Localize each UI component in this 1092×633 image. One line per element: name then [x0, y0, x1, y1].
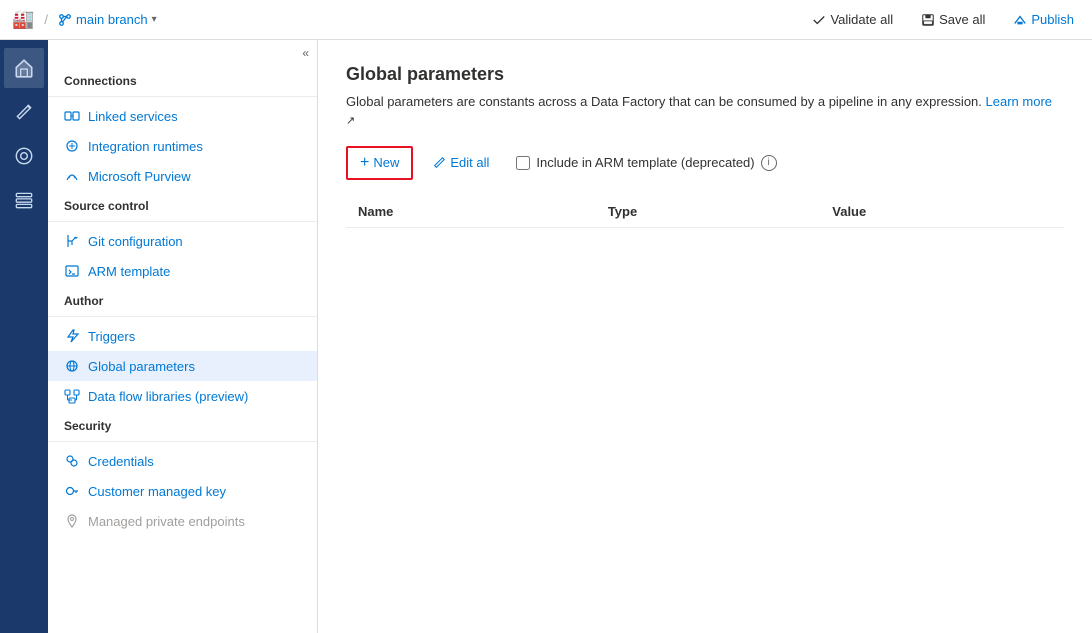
source-control-section-label: Source control: [48, 191, 317, 217]
learn-more-link[interactable]: Learn more: [986, 94, 1052, 109]
branch-icon: [58, 13, 72, 27]
page-title: Global parameters: [346, 64, 1064, 85]
connections-section-label: Connections: [48, 66, 317, 92]
content-area: Global parameters Global parameters are …: [318, 40, 1092, 633]
sidebar-item-triggers[interactable]: Triggers: [48, 321, 317, 351]
triggers-icon: [64, 328, 80, 344]
manage-nav-item[interactable]: [4, 180, 44, 220]
sidebar-item-integration-runtimes[interactable]: Integration runtimes: [48, 131, 317, 161]
sidebar-item-dataflow-libraries[interactable]: Data flow libraries (preview): [48, 381, 317, 411]
sidebar-item-customer-managed-key[interactable]: Customer managed key: [48, 476, 317, 506]
edit-icon: [432, 156, 446, 170]
arm-template-checkbox-label[interactable]: Include in ARM template (deprecated): [536, 155, 754, 170]
new-button-label: New: [373, 155, 399, 170]
external-link-icon: ↗: [346, 115, 355, 127]
global-parameters-label: Global parameters: [88, 359, 195, 374]
branch-selector[interactable]: main branch ▾: [58, 12, 157, 27]
arm-template-icon: [64, 263, 80, 279]
git-config-label: Git configuration: [88, 234, 183, 249]
customer-managed-key-label: Customer managed key: [88, 484, 226, 499]
validate-label: Validate all: [830, 12, 893, 27]
col-type: Type: [596, 196, 820, 228]
sidebar-item-managed-private-endpoints: Managed private endpoints: [48, 506, 317, 536]
new-button[interactable]: + New: [346, 146, 413, 180]
security-section-label: Security: [48, 411, 317, 437]
publish-button[interactable]: Publish: [1007, 8, 1080, 31]
git-icon: [64, 233, 80, 249]
description-text: Global parameters are constants across a…: [346, 94, 982, 109]
integration-runtimes-label: Integration runtimes: [88, 139, 203, 154]
author-nav-item[interactable]: [4, 92, 44, 132]
triggers-label: Triggers: [88, 329, 135, 344]
author-section-label: Author: [48, 286, 317, 312]
validate-icon: [812, 13, 826, 27]
linked-services-label: Linked services: [88, 109, 178, 124]
topbar-actions: Validate all Save all Publish: [806, 8, 1080, 31]
arm-template-label: ARM template: [88, 264, 170, 279]
sidebar-item-arm-template[interactable]: ARM template: [48, 256, 317, 286]
collapse-icon: «: [302, 46, 309, 60]
col-value: Value: [820, 196, 1064, 228]
topbar: 🏭 / main branch ▾ Validate all Sav: [0, 0, 1092, 40]
validate-all-button[interactable]: Validate all: [806, 8, 899, 31]
monitor-nav-item[interactable]: [4, 136, 44, 176]
col-name: Name: [346, 196, 596, 228]
plus-icon: +: [360, 154, 369, 172]
credentials-label: Credentials: [88, 454, 154, 469]
breadcrumb-sep: /: [44, 12, 48, 27]
arm-template-checkbox-area: Include in ARM template (deprecated) i: [516, 155, 776, 171]
save-icon: [921, 13, 935, 27]
info-icon[interactable]: i: [761, 155, 777, 171]
publish-label: Publish: [1031, 12, 1074, 27]
main-area: « Connections Linked services Integratio…: [0, 40, 1092, 633]
branch-label: main branch: [76, 12, 148, 27]
publish-icon: [1013, 13, 1027, 27]
key-icon: [64, 483, 80, 499]
managed-private-endpoints-label: Managed private endpoints: [88, 514, 245, 529]
credentials-icon: [64, 453, 80, 469]
purview-label: Microsoft Purview: [88, 169, 191, 184]
sidebar-item-git-configuration[interactable]: Git configuration: [48, 226, 317, 256]
private-endpoints-icon: [64, 513, 80, 529]
save-label: Save all: [939, 12, 985, 27]
dataflow-icon: [64, 388, 80, 404]
toolbar: + New Edit all Include in ARM template (…: [346, 146, 1064, 180]
sidebar-collapse-button[interactable]: «: [48, 40, 317, 66]
sidebar-item-linked-services[interactable]: Linked services: [48, 101, 317, 131]
edit-all-label: Edit all: [450, 155, 489, 170]
icon-bar: [0, 40, 48, 633]
dataflow-libraries-label: Data flow libraries (preview): [88, 389, 248, 404]
params-table: Name Type Value: [346, 196, 1064, 228]
arm-template-checkbox[interactable]: [516, 156, 530, 170]
purview-icon: [64, 168, 80, 184]
content-description: Global parameters are constants across a…: [346, 93, 1064, 130]
home-nav-item[interactable]: [4, 48, 44, 88]
sidebar: « Connections Linked services Integratio…: [48, 40, 318, 633]
sidebar-item-global-parameters[interactable]: Global parameters: [48, 351, 317, 381]
global-params-icon: [64, 358, 80, 374]
integration-runtimes-icon: [64, 138, 80, 154]
edit-all-button[interactable]: Edit all: [421, 148, 500, 177]
factory-icon: 🏭: [12, 9, 34, 30]
branch-chevron: ▾: [152, 14, 157, 25]
linked-services-icon: [64, 108, 80, 124]
save-all-button[interactable]: Save all: [915, 8, 991, 31]
sidebar-item-microsoft-purview[interactable]: Microsoft Purview: [48, 161, 317, 191]
sidebar-item-credentials[interactable]: Credentials: [48, 446, 317, 476]
